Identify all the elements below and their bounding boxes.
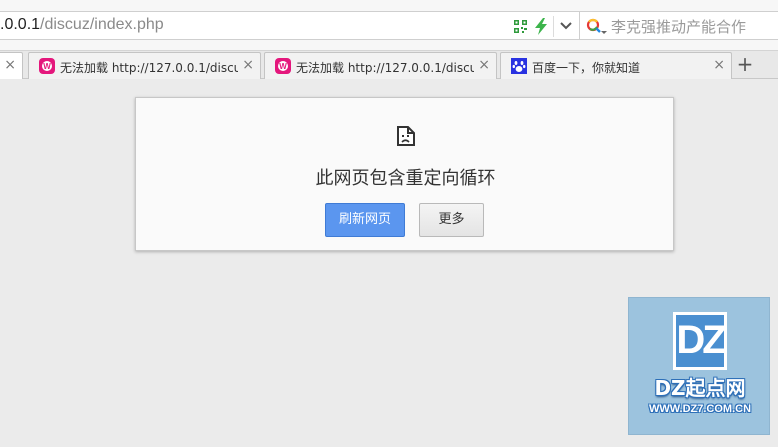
svg-text:W: W	[43, 62, 51, 71]
w-logo-icon: W	[275, 58, 291, 74]
qr-code-icon[interactable]	[514, 20, 527, 33]
w-logo-icon: W	[39, 58, 55, 74]
search-engine-icon[interactable]	[586, 18, 608, 36]
error-card: 此网页包含重定向循环 刷新网页 更多	[135, 97, 674, 251]
address-bar-row: .0.0.1/discuz/index.php 李克强推动产能合作	[0, 0, 778, 51]
watermark-url: WWW.DZ7.COM.CN	[648, 403, 752, 415]
chevron-down-icon[interactable]	[559, 20, 573, 32]
baidu-paw-icon	[511, 58, 527, 74]
watermark-logo: DZ DZ起点网 WWW.DZ7.COM.CN	[628, 297, 770, 435]
divider	[579, 12, 580, 39]
tab-close-icon[interactable]: ×	[713, 57, 725, 73]
tab-load-failed-2[interactable]: W 无法加载 http://127.0.0.1/discuz ×	[264, 52, 497, 79]
url-path: /discuz/index.php	[40, 16, 164, 33]
url-host: .0.0.1	[0, 16, 41, 33]
error-title: 此网页包含重定向循环	[315, 168, 496, 189]
reload-button[interactable]: 刷新网页	[325, 203, 405, 237]
svg-text:W: W	[279, 62, 287, 71]
tab-title: 百度一下，你就知道	[532, 61, 641, 75]
divider	[553, 16, 554, 37]
watermark-name: DZ起点网	[654, 376, 746, 400]
tab-close-icon[interactable]: ×	[242, 57, 254, 73]
new-tab-button[interactable]: +	[735, 54, 755, 75]
dz-logo-mark: DZ	[673, 312, 727, 370]
tab-close-icon[interactable]: ×	[478, 57, 490, 73]
sad-page-icon	[397, 126, 415, 146]
lightning-icon[interactable]	[534, 18, 548, 35]
tab-title: 无法加载 http://127.0.0.1/discuz	[296, 61, 474, 75]
more-button[interactable]: 更多	[419, 203, 484, 237]
tab-title: 无法加载 http://127.0.0.1/discuz	[60, 61, 238, 75]
search-input[interactable]: 李克强推动产能合作	[611, 16, 746, 37]
url-text[interactable]: .0.0.1/discuz/index.php	[0, 16, 164, 34]
tab-baidu[interactable]: 百度一下，你就知道 ×	[500, 52, 732, 79]
tab-load-failed-1[interactable]: W 无法加载 http://127.0.0.1/discuz ×	[28, 52, 261, 79]
tab-current[interactable]: ×	[0, 52, 23, 79]
tab-close-icon[interactable]: ×	[4, 57, 16, 73]
url-box[interactable]: .0.0.1/discuz/index.php 李克强推动产能合作	[0, 11, 778, 40]
tab-strip: × W 无法加载 http://127.0.0.1/discuz × W 无法加…	[0, 51, 778, 79]
